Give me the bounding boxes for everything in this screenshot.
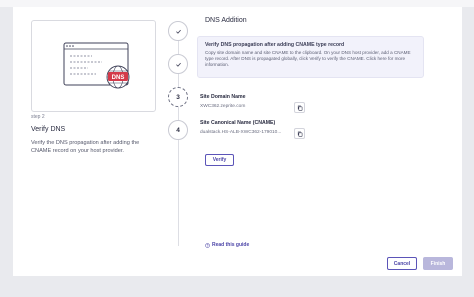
copy-icon <box>297 105 302 111</box>
left-title: Verify DNS <box>31 126 66 133</box>
read-guide-link[interactable]: Read this guide <box>205 242 249 248</box>
check-icon <box>175 62 181 67</box>
info-text: Copy site domain name and site CNAME to … <box>205 50 411 67</box>
copy-domain-button[interactable] <box>294 102 305 113</box>
read-guide-label: Read this guide <box>212 242 250 248</box>
help-circle-icon <box>205 242 210 248</box>
copy-cname-button[interactable] <box>294 128 305 139</box>
site-cname-label: Site Canonical Name (CNAME) <box>200 120 276 126</box>
verify-button[interactable]: Verify <box>205 154 234 166</box>
site-domain-label: Site Domain Name <box>200 94 246 100</box>
site-domain-value: XWC362.zeprite.com <box>200 104 246 109</box>
section-title: DNS Addition <box>205 17 247 24</box>
site-cname-value: dualstack.HS-ALB-XWC362-179010... <box>200 130 282 135</box>
dns-badge-text: DNS <box>112 75 125 81</box>
step-3-circle: 3 <box>168 87 188 107</box>
copy-icon <box>297 131 302 137</box>
step-label: step 2 <box>31 114 45 120</box>
info-box: Verify DNS propagation after adding CNAM… <box>197 36 424 78</box>
finish-button[interactable]: Finish <box>423 257 453 270</box>
info-title: Verify DNS propagation after adding CNAM… <box>205 42 345 48</box>
step-2-circle <box>168 54 188 74</box>
top-bar <box>0 0 474 7</box>
step-1-circle <box>168 21 188 41</box>
cancel-button[interactable]: Cancel <box>387 257 417 270</box>
dns-illustration-graphic: DNS <box>63 42 130 89</box>
dns-illustration: DNS <box>31 20 156 112</box>
step-4-circle: 4 <box>168 120 188 140</box>
left-description: Verify the DNS propagation after adding … <box>31 140 140 154</box>
check-icon <box>175 29 181 34</box>
